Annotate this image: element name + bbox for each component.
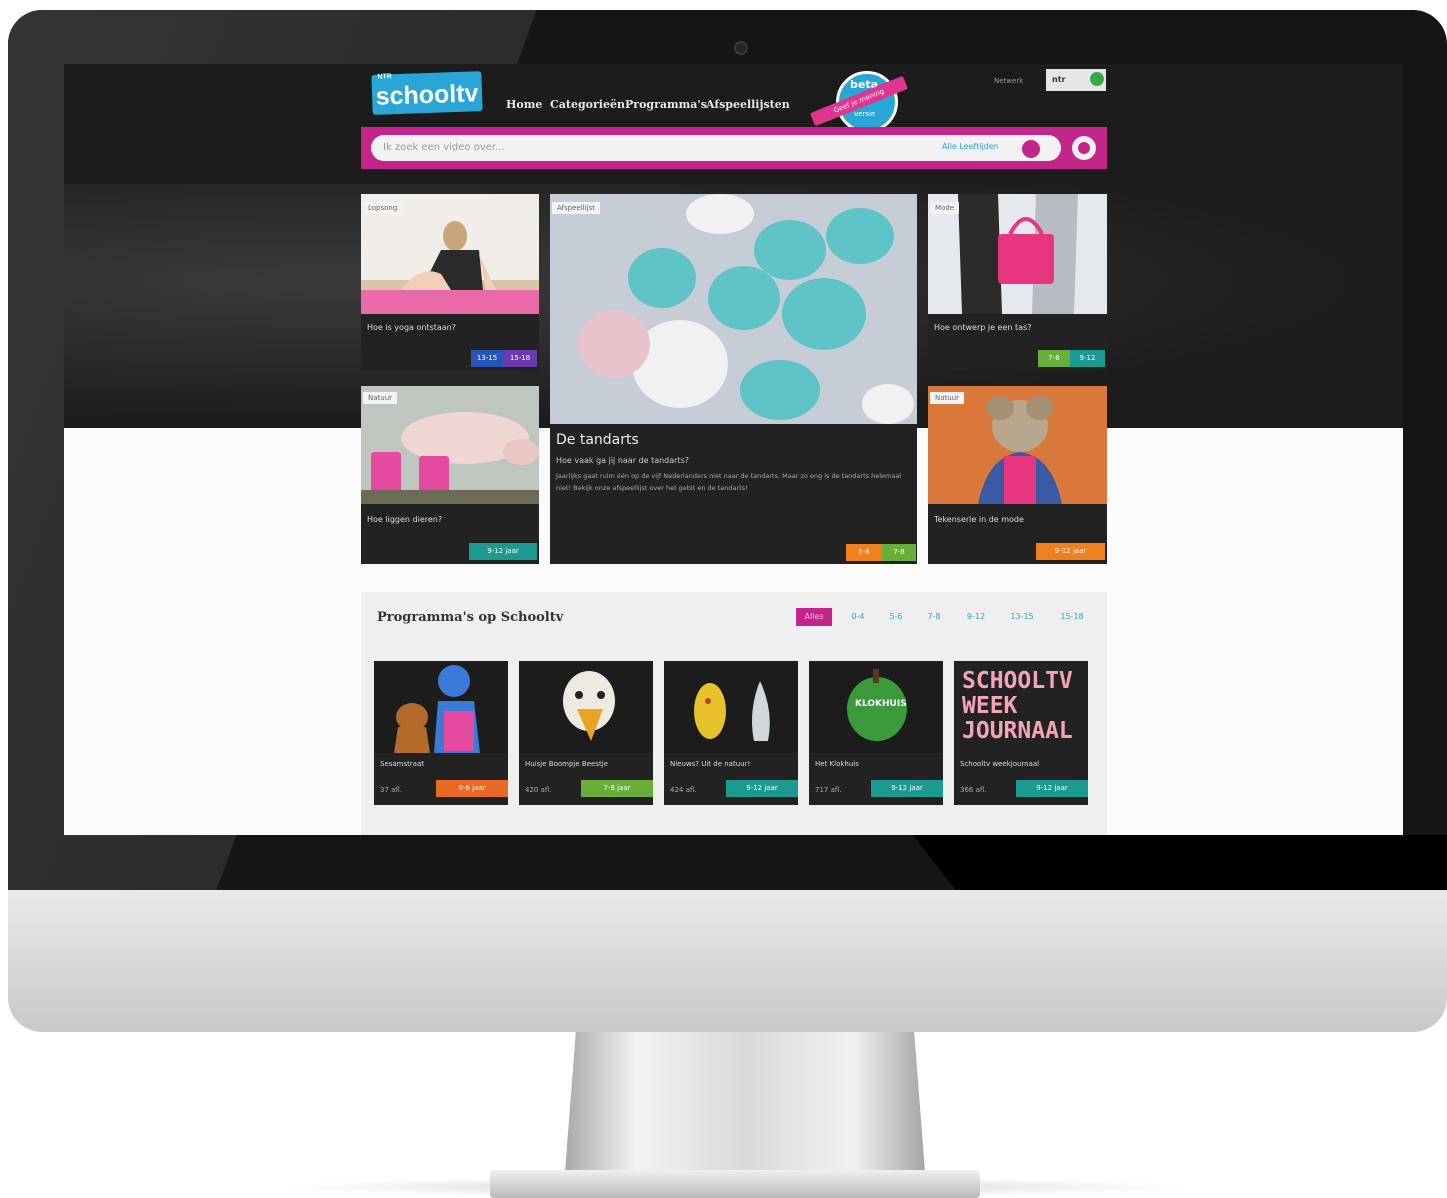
age-badge[interactable]: 7-8 jaar (581, 780, 653, 797)
programmes-heading: Programma's op Schooltv (377, 610, 564, 625)
weekjournaal-logo: SCHOOLTV WEEK JOURNAAL (962, 669, 1073, 744)
programme-card[interactable]: Huisje Boompje Beestje 420 afl. 7-8 jaar (519, 661, 653, 805)
chevron-down-icon[interactable] (1022, 140, 1040, 158)
programme-card[interactable]: Sesamstraat 37 afl. 0-6 jaar (374, 661, 508, 805)
webcam-icon (734, 41, 748, 55)
age-badge[interactable]: 9-12 jaar (1016, 780, 1088, 797)
weekjournaal-logo-line: WEEK (962, 693, 1018, 719)
age-badge[interactable]: 9-12 (1070, 350, 1105, 367)
tile-title: Hoe is yoga ontstaan? (367, 323, 456, 332)
cupcake-thumbnail (550, 194, 917, 424)
video-tile-animals[interactable]: Natuur Hoe liggen dieren? 9-12 jaar (361, 386, 539, 564)
video-tile-bag[interactable]: Mode Hoe ontwerp je een tas? 7-8 9-12 (928, 194, 1107, 370)
age-badge[interactable]: 9-12 jaar (726, 780, 798, 797)
programme-name: Nieuws? Uit de natuur! (670, 760, 751, 768)
filter-age[interactable]: 15-18 (1052, 608, 1092, 626)
bezel-reflection (913, 835, 1447, 890)
nieuws-natuur-thumbnail (664, 661, 798, 753)
weekjournaal-logo-line: SCHOOLTV (962, 668, 1073, 694)
beta-versie: versie (854, 110, 876, 118)
tile-title: Hoe ontwerp je een tas? (934, 323, 1032, 332)
search-icon (1078, 142, 1090, 154)
video-tile-fashion[interactable]: Natuur Tekenserie in de mode 9-12 jaar (928, 386, 1107, 564)
age-badge[interactable]: 9-12 jaar (469, 543, 537, 560)
age-badge[interactable]: 9-12 jaar (1036, 543, 1105, 560)
filter-age[interactable]: 9-12 (956, 608, 996, 626)
sesamstraat-thumbnail (374, 661, 508, 753)
monitor-stand-foot (490, 1170, 980, 1198)
video-tile-yoga[interactable]: Lopsong Hoe is yoga ontstaan? 13-15 15-1… (361, 194, 539, 370)
monitor-stand-neck (565, 1032, 925, 1172)
tile-tag: Natuur (363, 392, 398, 404)
age-filter-dropdown[interactable]: Alle Leeftijden (942, 142, 999, 151)
age-badge[interactable]: 7-8 (1038, 350, 1070, 367)
programme-card[interactable]: KLOKHUIS Het Klokhuis 717 afl. 9-12 jaar (809, 661, 943, 805)
tile-title: Tekenserie in de mode (934, 515, 1024, 524)
featured-description: Jaarlijks gaat ruim één op de vijf Neder… (556, 472, 902, 492)
filter-age[interactable]: 7-8 (916, 608, 952, 626)
tile-tag: Mode (930, 202, 960, 214)
age-badge[interactable]: 15-18 (503, 350, 537, 367)
weekjournaal-logo-line: JOURNAAL (962, 718, 1073, 744)
filter-age[interactable]: 13-15 (1002, 608, 1042, 626)
browser-screen: NTR schooltv Home Categorieën Programma'… (64, 64, 1403, 835)
tile-tag: Natuur (930, 392, 965, 404)
schooltv-logo[interactable]: NTR schooltv (371, 71, 483, 115)
age-badge[interactable]: 5-6 (846, 544, 882, 561)
programme-name: Sesamstraat (380, 760, 425, 768)
featured-title: De tandarts (556, 432, 639, 448)
age-badge[interactable]: 13-15 (471, 350, 503, 367)
programme-card[interactable]: Nieuws? Uit de natuur! 424 afl. 9-12 jaa… (664, 661, 798, 805)
age-badge[interactable]: 7-8 (882, 544, 916, 561)
logo-text: schooltv (375, 79, 479, 111)
featured-subtitle: Hoe vaak ga jij naar de tandarts? (556, 456, 690, 465)
nav-playlists[interactable]: Afspeellijsten (706, 98, 790, 111)
programme-card[interactable]: SCHOOLTV WEEK JOURNAAL Schooltv weekjour… (954, 661, 1088, 805)
monitor-chin (8, 890, 1447, 1032)
programme-episodes: 717 afl. (815, 786, 842, 794)
filter-all[interactable]: Alles (796, 608, 832, 626)
programme-name: Schooltv weekjournaal (960, 760, 1040, 768)
programme-name: Huisje Boompje Beestje (525, 760, 608, 768)
age-badge[interactable]: 9-12 jaar (871, 780, 943, 797)
programme-name: Het Klokhuis (815, 760, 859, 768)
filter-age[interactable]: 5-6 (878, 608, 914, 626)
programme-episodes: 37 afl. (380, 786, 403, 794)
nav-home[interactable]: Home (506, 98, 542, 111)
logo-broadcaster: NTR (377, 73, 392, 81)
network-label: Netwerk (994, 77, 1024, 85)
programme-episodes: 366 afl. (960, 786, 987, 794)
tile-title: Hoe liggen dieren? (367, 515, 443, 524)
programme-episodes: 424 afl. (670, 786, 697, 794)
age-badge[interactable]: 0-6 jaar (436, 780, 508, 797)
klokhuis-logo: KLOKHUIS (855, 699, 907, 709)
broadcaster-icon (1090, 72, 1104, 86)
featured-playlist-tile[interactable]: Afspeellijst De tandarts Hoe vaak ga jij… (550, 194, 917, 564)
filter-age[interactable]: 0-4 (840, 608, 876, 626)
programme-episodes: 420 afl. (525, 786, 552, 794)
nav-programmes[interactable]: Programma's (625, 98, 707, 111)
nav-categories[interactable]: Categorieën (550, 98, 625, 111)
huisje-boompje-beestje-thumbnail (519, 661, 653, 753)
tile-tag: Afspeellijst (552, 202, 600, 214)
tile-tag: Lopsong (363, 202, 403, 214)
